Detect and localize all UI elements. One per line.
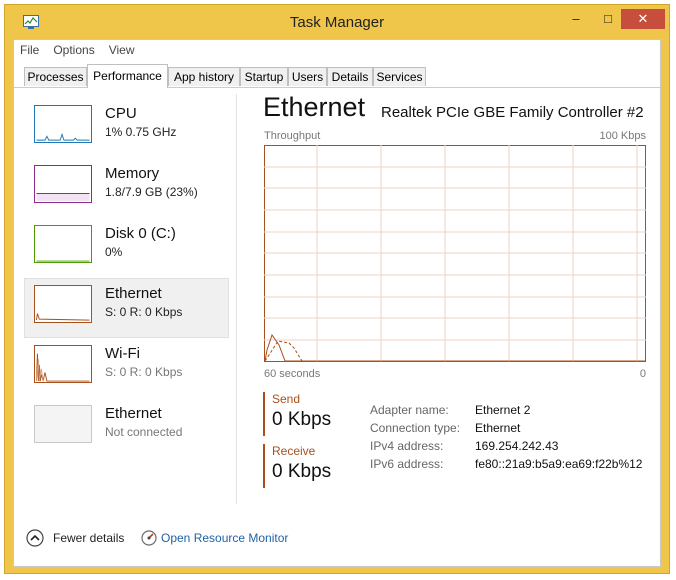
property-row: IPv6 address: fe80::21a9:b5a9:ea69:f22b%… [370,457,642,475]
wifi-mini-graph [34,345,92,383]
sidebar-item-detail: S: 0 R: 0 Kbps [105,305,183,319]
fewer-details-button[interactable]: Fewer details [53,531,124,545]
close-button[interactable]: ✕ [621,9,665,29]
ethernet-mini-graph [34,285,92,323]
open-resource-monitor-link[interactable]: Open Resource Monitor [161,531,288,545]
resource-sidebar: CPU 1% 0.75 GHz Memory 1.8/7.9 GB (23%) [24,98,229,458]
sidebar-item-name: Wi-Fi [105,345,140,362]
graph-min-label: 0 [639,368,646,380]
sidebar-item-detail: 1.8/7.9 GB (23%) [105,185,198,199]
receive-value: 0 Kbps [272,461,332,482]
client-area: File Options View Processes Performance … [13,39,661,567]
sidebar-item-name: CPU [105,105,137,122]
property-row: Connection type: Ethernet [370,421,642,439]
chevron-up-icon[interactable] [26,529,44,547]
sidebar-item-wifi[interactable]: Wi-Fi S: 0 R: 0 Kbps [24,338,229,398]
sidebar-item-detail: Not connected [105,425,183,439]
disk-mini-graph [34,225,92,263]
menu-options[interactable]: Options [53,43,94,61]
graph-time-label: 60 seconds [264,368,321,380]
memory-mini-graph [34,165,92,203]
receive-stat: Receive 0 Kbps [263,444,362,488]
menu-file[interactable]: File [20,43,39,61]
sidebar-item-detail: 0% [105,245,123,259]
ethernet-detail-panel: Ethernet Realtek PCIe GBE Family Control… [238,88,658,514]
tab-strip: Processes Performance App history Startu… [14,64,660,88]
footer-bar: Fewer details Open Resource Monitor [14,520,660,560]
send-value: 0 Kbps [272,409,332,430]
tab-startup[interactable]: Startup [240,67,288,86]
tab-services[interactable]: Services [373,67,426,86]
ethernet-disconnected-mini-graph [34,405,92,443]
maximize-button[interactable]: □ [595,9,621,29]
sidebar-item-ethernet[interactable]: Ethernet S: 0 R: 0 Kbps [24,278,229,338]
sidebar-item-cpu[interactable]: CPU 1% 0.75 GHz [24,98,229,158]
sidebar-item-name: Ethernet [105,285,162,302]
tab-app-history[interactable]: App history [168,67,240,86]
property-key: Connection type: [370,421,461,435]
property-row: IPv4 address: 169.254.242.43 [370,439,642,457]
sidebar-item-disk[interactable]: Disk 0 (C:) 0% [24,218,229,278]
panel-divider [236,94,237,504]
send-stat: Send 0 Kbps [263,392,362,436]
resource-monitor-icon [141,530,157,546]
sidebar-item-detail: 1% 0.75 GHz [105,125,177,139]
task-manager-window: Task Manager – □ ✕ File Options View Pro… [4,4,670,574]
sidebar-item-ethernet-disconnected[interactable]: Ethernet Not connected [24,398,229,458]
adapter-properties: Adapter name: Ethernet 2 Connection type… [370,403,642,475]
minimize-button[interactable]: – [563,9,589,29]
sidebar-item-memory[interactable]: Memory 1.8/7.9 GB (23%) [24,158,229,218]
page-title: Ethernet [263,92,366,122]
graph-label: Throughput [264,130,321,142]
tab-performance[interactable]: Performance [87,64,168,88]
performance-content: CPU 1% 0.75 GHz Memory 1.8/7.9 GB (23%) [14,88,660,514]
property-value: 169.254.242.43 [475,439,559,453]
menu-bar: File Options View [20,43,135,61]
receive-label: Receive [272,444,316,458]
throughput-graph [264,145,646,362]
adapter-name: Realtek PCIe GBE Family Controller #2 [381,104,644,121]
sidebar-item-name: Memory [105,165,160,182]
property-key: IPv6 address: [370,457,444,471]
property-key: Adapter name: [370,403,449,417]
send-label: Send [272,392,301,406]
property-value: fe80::21a9:b5a9:ea69:f22b%12 [475,457,643,471]
cpu-mini-graph [34,105,92,143]
property-value: Ethernet [475,421,521,435]
tab-details[interactable]: Details [327,67,373,86]
tab-users[interactable]: Users [288,67,327,86]
graph-max-label: 100 Kbps [599,130,646,142]
sidebar-item-name: Disk 0 (C:) [105,225,176,242]
tab-processes[interactable]: Processes [24,67,87,86]
sidebar-item-name: Ethernet [105,405,162,422]
sidebar-item-detail: S: 0 R: 0 Kbps [105,365,183,379]
menu-view[interactable]: View [109,43,135,61]
property-row: Adapter name: Ethernet 2 [370,403,642,421]
title-bar[interactable]: Task Manager – □ ✕ [5,5,669,39]
property-value: Ethernet 2 [475,403,531,417]
property-key: IPv4 address: [370,439,444,453]
